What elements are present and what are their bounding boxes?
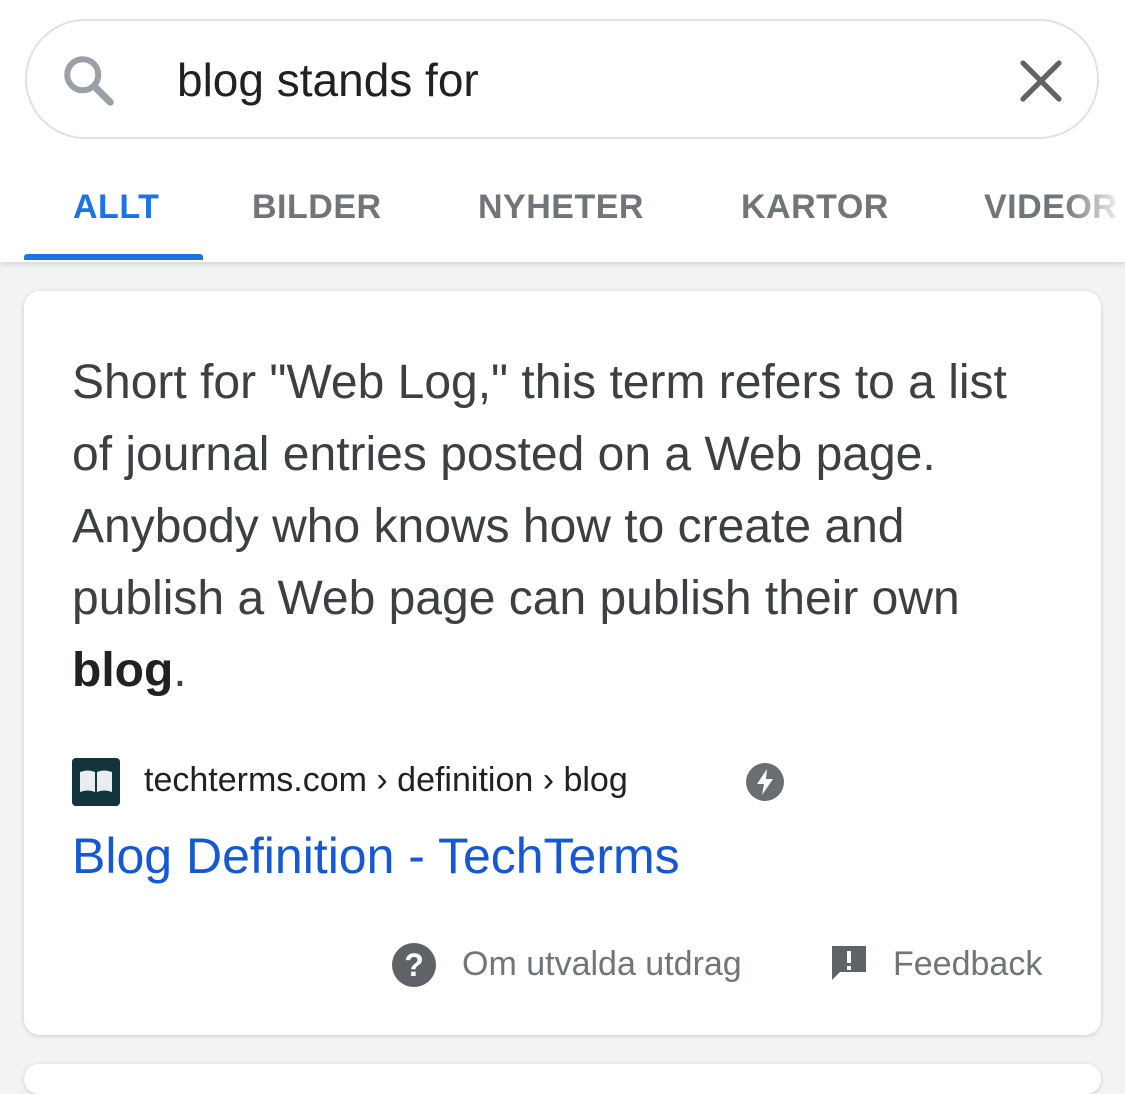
source-breadcrumb[interactable]: techterms.com › definition › blog xyxy=(144,761,628,800)
next-result-card xyxy=(24,1064,1101,1094)
feedback-icon[interactable] xyxy=(829,943,869,983)
search-bar[interactable] xyxy=(25,19,1099,139)
snippet-footer: ? Om utvalda utdrag Feedback xyxy=(24,937,1101,993)
snippet-bold-term: blog xyxy=(72,644,174,697)
lightning-icon xyxy=(746,763,784,801)
search-input[interactable] xyxy=(177,49,997,111)
result-title-link[interactable]: Blog Definition - TechTerms xyxy=(72,827,680,885)
snippet-text: Short for "Web Log," this term refers to… xyxy=(72,347,1057,707)
search-icon[interactable] xyxy=(59,51,119,111)
tab-allt[interactable]: ALLT xyxy=(73,188,159,227)
book-icon xyxy=(72,758,120,806)
tab-nyheter[interactable]: NYHETER xyxy=(478,188,644,227)
feedback-button[interactable]: Feedback xyxy=(893,945,1042,984)
help-icon[interactable]: ? xyxy=(392,943,436,987)
search-tabs: ALLT BILDER NYHETER KARTOR VIDEOR xyxy=(0,160,1125,260)
active-tab-indicator xyxy=(24,254,203,260)
tab-bilder[interactable]: BILDER xyxy=(252,188,382,227)
about-featured-snippets-link[interactable]: Om utvalda utdrag xyxy=(462,945,742,984)
snippet-end: . xyxy=(173,644,187,697)
snippet-body: Short for "Web Log," this term refers to… xyxy=(72,356,1007,625)
tabs-fade xyxy=(1065,160,1125,260)
featured-snippet-card: Short for "Web Log," this term refers to… xyxy=(24,291,1101,1035)
search-header: ALLT BILDER NYHETER KARTOR VIDEOR xyxy=(0,0,1125,262)
tab-kartor[interactable]: KARTOR xyxy=(741,188,889,227)
close-icon[interactable] xyxy=(1017,57,1065,105)
source-row[interactable]: techterms.com › definition › blog xyxy=(72,757,1052,807)
